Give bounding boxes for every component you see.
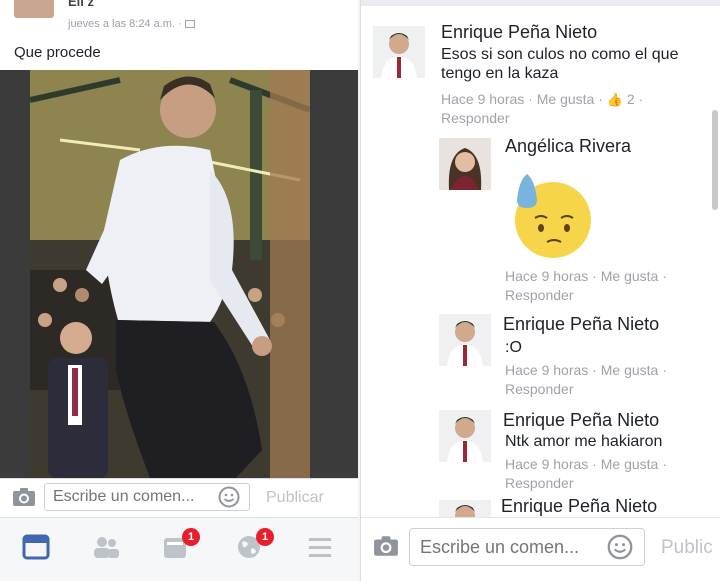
reply-link[interactable]: Responder xyxy=(441,110,510,126)
reply-link[interactable]: Responder xyxy=(505,381,574,397)
post-time-text: jueves a las 8:24 a.m. · xyxy=(68,18,185,30)
post-text: Que procede xyxy=(14,44,101,61)
comment-bar: Publicar xyxy=(0,478,360,516)
camera-icon[interactable] xyxy=(373,535,399,557)
comment-meta: Hace 9 horas · Me gusta · Responder xyxy=(505,362,667,397)
sweat-emoji-icon xyxy=(515,174,591,258)
avatar[interactable] xyxy=(439,410,491,462)
comment-meta: Hace 9 horas · Me gusta · Responder xyxy=(505,456,667,491)
publish-button[interactable]: Publicar xyxy=(266,489,324,507)
notifications-tab[interactable]: 1 xyxy=(236,528,274,560)
comment-text: Ntk amor me hakiaron xyxy=(505,433,663,450)
avatar[interactable] xyxy=(439,500,491,518)
notifications-badge: 1 xyxy=(256,528,274,546)
author-name[interactable]: Eli z xyxy=(68,0,94,9)
groups-badge: 1 xyxy=(182,528,200,546)
comment-text: :O xyxy=(505,339,522,356)
menu-icon[interactable] xyxy=(306,534,334,560)
avatar[interactable] xyxy=(439,314,491,366)
bottom-nav: 1 1 xyxy=(0,517,360,581)
smiley-icon[interactable] xyxy=(218,486,240,508)
right-comments-panel: Enrique Peña Nieto Esos si son culos no … xyxy=(360,0,720,581)
publish-button[interactable]: Public xyxy=(661,537,713,559)
comment-bar: Public xyxy=(361,517,720,581)
comment-meta: Hace 9 horas · Me gusta · 👍 2 · Responde… xyxy=(441,91,644,126)
top-divider xyxy=(361,0,720,6)
avatar[interactable] xyxy=(373,26,425,78)
comment-time: Hace 9 horas xyxy=(505,268,589,284)
likes-count[interactable]: 2 xyxy=(627,91,635,107)
avatar[interactable] xyxy=(439,138,491,190)
left-post-panel: Eli z jueves a las 8:24 a.m. · Que proce… xyxy=(0,0,360,581)
author-avatar[interactable] xyxy=(14,0,54,18)
smiley-icon[interactable] xyxy=(607,534,633,560)
like-link[interactable]: Me gusta xyxy=(601,268,659,284)
privacy-icon xyxy=(184,20,195,29)
comment-time: Hace 9 horas xyxy=(441,91,525,107)
reply-link[interactable]: Responder xyxy=(505,287,574,303)
like-thumb-icon: 👍 xyxy=(606,92,623,107)
like-link[interactable]: Me gusta xyxy=(537,91,595,107)
post-header: Eli z jueves a las 8:24 a.m. · xyxy=(0,0,360,40)
news-feed-icon[interactable] xyxy=(22,534,50,560)
commenter-name[interactable]: Angélica Rivera xyxy=(505,136,631,157)
camera-icon[interactable] xyxy=(12,487,36,507)
scrollbar[interactable] xyxy=(712,110,718,210)
post-photo[interactable] xyxy=(0,70,360,478)
post-timestamp[interactable]: jueves a las 8:24 a.m. · xyxy=(68,18,195,30)
commenter-name[interactable]: Enrique Peña Nieto xyxy=(503,314,659,335)
like-link[interactable]: Me gusta xyxy=(601,456,659,472)
comment-text: Esos si son culos no como el que tengo e… xyxy=(441,46,679,82)
commenter-name[interactable]: Enrique Peña Nieto xyxy=(503,410,659,431)
comment-time: Hace 9 horas xyxy=(505,456,589,472)
comment-meta: Hace 9 horas · Me gusta · Responder xyxy=(505,268,667,303)
reply-link[interactable]: Responder xyxy=(505,475,574,491)
groups-tab[interactable]: 1 xyxy=(162,528,200,560)
commenter-name[interactable]: Enrique Peña Nieto xyxy=(441,22,597,43)
commenter-name[interactable]: Enrique Peña Nieto xyxy=(501,496,657,517)
friends-icon[interactable] xyxy=(92,534,120,560)
comment-time: Hace 9 horas xyxy=(505,362,589,378)
like-link[interactable]: Me gusta xyxy=(601,362,659,378)
